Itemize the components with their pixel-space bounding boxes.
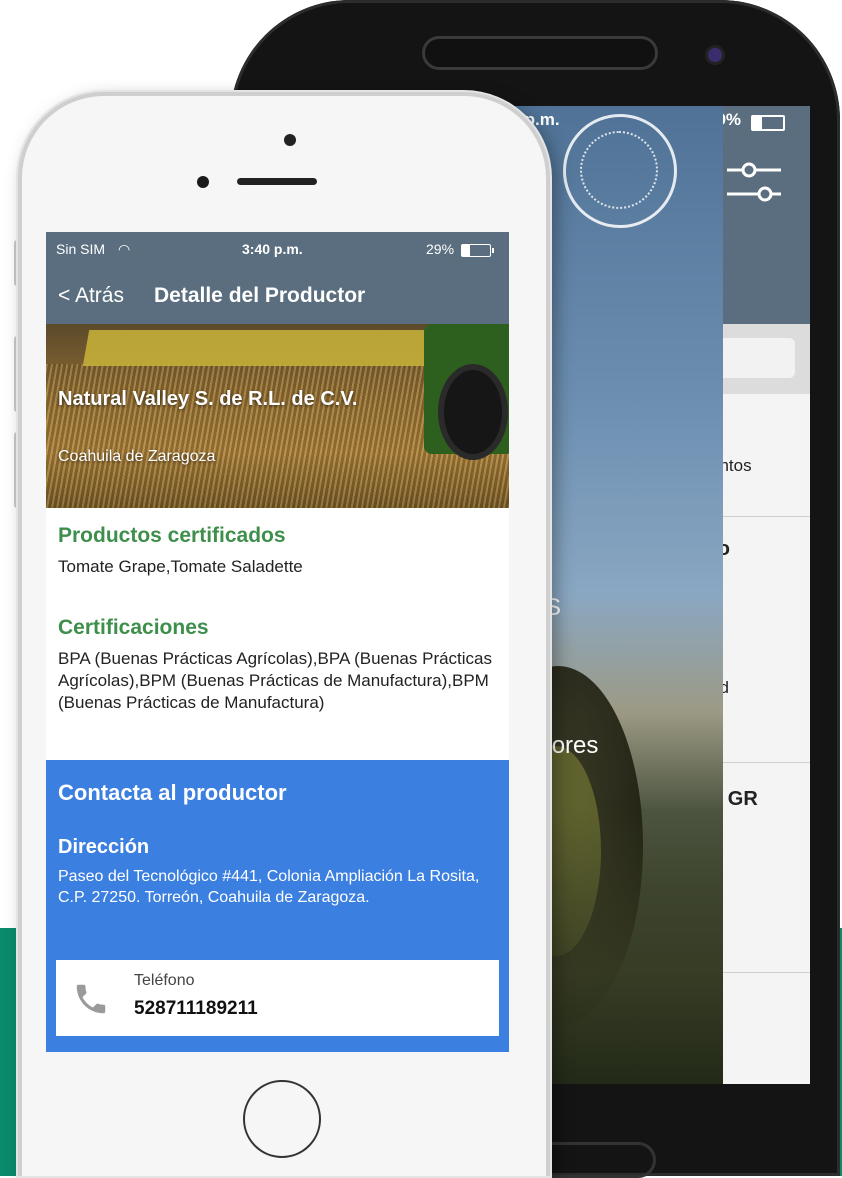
producer-hero-image: Natural Valley S. de R.L. de C.V. Coahui… <box>46 324 509 508</box>
status-carrier: Sin SIM <box>56 241 106 257</box>
iphone-sensor <box>284 134 296 146</box>
battery-icon <box>751 115 785 131</box>
direccion-text: Paseo del Tecnológico #441, Colonia Ampl… <box>58 868 480 906</box>
ios-status-bar: Sin SIM ◠ 3:40 p.m. 29% <box>46 232 509 266</box>
status-battery: 29% <box>426 241 455 257</box>
productos-body: Tomate Grape,Tomate Saladette <box>58 557 303 576</box>
telefono-label: Teléfono <box>134 972 195 989</box>
iphone-front-camera <box>197 176 209 188</box>
ios-screen: Sin SIM ◠ 3:40 p.m. 29% < Atrás Detalle … <box>46 232 509 1052</box>
android-speaker <box>422 36 658 70</box>
contact-title: Contacta al productor <box>58 780 287 805</box>
certificaciones-title: Certificaciones <box>58 616 209 639</box>
wifi-icon: ◠ <box>118 241 131 257</box>
page-title: Detalle del Productor <box>154 284 366 307</box>
producer-state: Coahuila de Zaragoza <box>58 448 216 465</box>
battery-icon <box>461 244 494 257</box>
filter-icon[interactable] <box>725 156 783 208</box>
phone-icon <box>76 984 106 1014</box>
tractor-wheel-image <box>438 364 508 460</box>
telefono-number[interactable]: 528711189211 <box>134 998 258 1020</box>
iphone-earpiece <box>237 178 317 185</box>
harvester-header-image <box>82 330 450 366</box>
contact-section: Contacta al productor Dirección Paseo de… <box>46 760 509 1052</box>
mexico-seal-icon <box>563 114 677 228</box>
phone-card[interactable]: Teléfono 528711189211 <box>56 960 499 1036</box>
direccion-label: Dirección <box>58 836 150 858</box>
status-time: 3:40 p.m. <box>242 241 303 257</box>
back-button[interactable]: < Atrás <box>58 284 124 308</box>
iphone-home-button[interactable] <box>243 1080 321 1158</box>
android-camera <box>708 48 722 62</box>
productos-title: Productos certificados <box>58 524 286 547</box>
nav-bar: < Atrás Detalle del Productor <box>46 266 509 324</box>
producer-name: Natural Valley S. de R.L. de C.V. <box>58 388 358 410</box>
certificaciones-body: BPA (Buenas Prácticas Agrícolas),BPA (Bu… <box>58 649 493 712</box>
